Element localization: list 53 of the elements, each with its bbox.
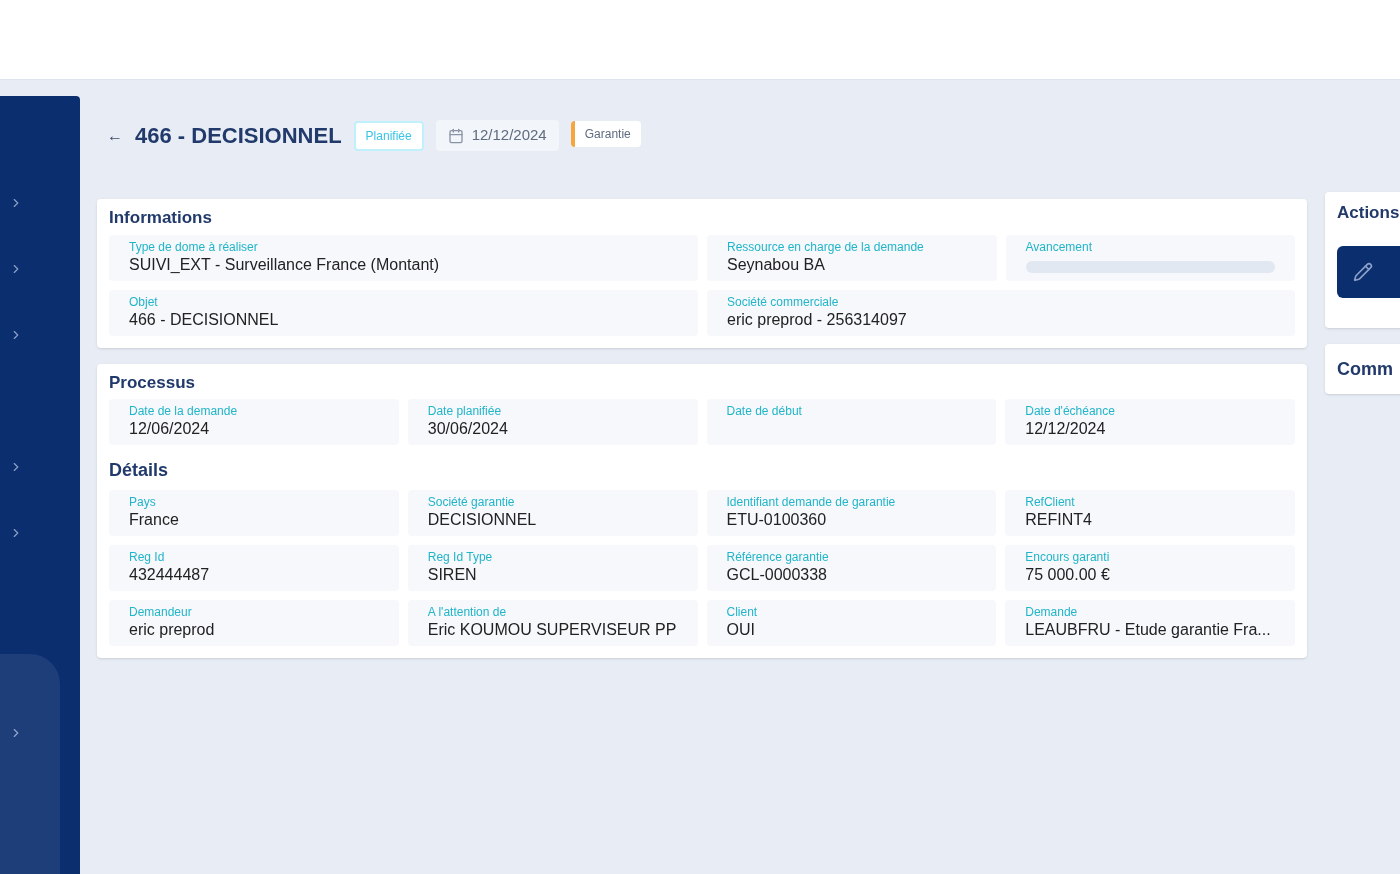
field-label: Demandeur: [129, 604, 193, 620]
field-value: eric preprod: [129, 620, 216, 640]
card-title: Actions: [1337, 202, 1400, 224]
field-value: 30/06/2024: [427, 419, 509, 439]
section-title: Détails: [109, 459, 170, 482]
field-label: Date de début: [726, 403, 803, 419]
section-title: Informations: [109, 207, 213, 229]
field-value: 12/12/2024: [1025, 419, 1107, 439]
field-label: RefClient: [1025, 494, 1076, 510]
field-label: Société commerciale: [727, 293, 840, 310]
field-label: Reg Id Type: [427, 549, 494, 565]
field-value: ETU-0100360: [726, 510, 828, 530]
calendar-icon: [447, 127, 464, 144]
field-value: REFINT4: [1025, 510, 1093, 530]
field-value: OUI: [726, 620, 756, 640]
field-value: SUIVI_EXT - Surveillance France (Montant): [129, 254, 441, 275]
field-value: 75 000.00 €: [1025, 565, 1111, 585]
back-arrow[interactable]: ←: [107, 123, 123, 148]
field-label: Avancement: [1025, 238, 1093, 255]
field-value: SIREN: [427, 565, 478, 585]
page-title: 466 - DECISIONNEL: [135, 122, 342, 150]
card-title: Comm: [1337, 358, 1394, 381]
field-value: eric preprod - 256314097: [727, 309, 908, 330]
field-label: Date de la demande: [129, 403, 239, 419]
field-label: Date d'échéance: [1025, 403, 1116, 419]
field-label: Objet: [129, 293, 159, 310]
field-label: Reg Id: [129, 549, 166, 565]
field-value: 466 - DECISIONNEL: [129, 309, 280, 330]
field-value: LEAUBFRU - Etude garantie Fra...: [1025, 620, 1272, 640]
field-label: Pays: [129, 494, 157, 510]
field-value: France: [129, 510, 180, 530]
field-value: 12/06/2024: [129, 419, 211, 439]
field-value: GCL-0000338: [726, 565, 828, 585]
field-label: Date planifiée: [427, 403, 503, 419]
field-label: A l'attention de: [427, 604, 508, 620]
field-label: Ressource en charge de la demande: [727, 238, 925, 255]
field-label: Référence garantie: [726, 549, 830, 565]
field-label: Société garantie: [427, 494, 516, 510]
pencil-icon: [1353, 261, 1373, 282]
section-title: Processus: [109, 371, 196, 394]
field-value: Seynabou BA: [727, 254, 826, 275]
tag-chip: Garantie: [570, 120, 641, 147]
field-label: Type de dome à réaliser: [129, 238, 259, 255]
field-value: DECISIONNEL: [427, 510, 538, 530]
field-value: 432444487: [129, 565, 211, 585]
field-label: Encours garanti: [1025, 549, 1111, 565]
field-value: Eric KOUMOU SUPERVISEUR PP: [427, 620, 678, 640]
field-label: Demande: [1025, 604, 1079, 620]
edit-button[interactable]: [1337, 245, 1400, 298]
field-label: Identifiant demande de garantie: [726, 494, 897, 510]
status-badge: Planifiée: [353, 120, 424, 151]
date-chip: 12/12/2024: [435, 120, 559, 151]
field-label: Client: [726, 604, 759, 620]
